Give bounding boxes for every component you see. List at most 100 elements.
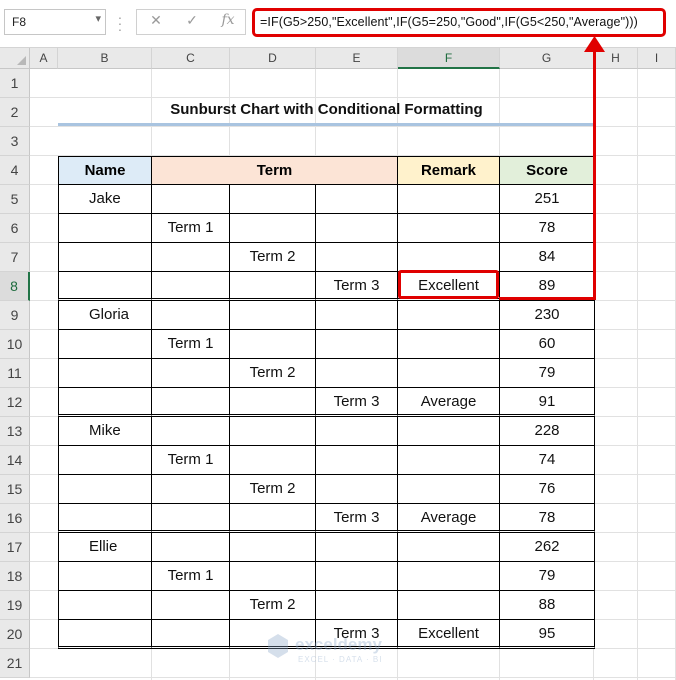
row-header-20[interactable]: 20 bbox=[0, 620, 30, 649]
header-term[interactable]: Term bbox=[152, 156, 398, 185]
table-cell-name[interactable] bbox=[58, 272, 152, 301]
column-header-b[interactable]: B bbox=[58, 48, 152, 69]
table-cell-c[interactable] bbox=[152, 388, 230, 417]
row-header-12[interactable]: 12 bbox=[0, 388, 30, 417]
row-header-11[interactable]: 11 bbox=[0, 359, 30, 388]
table-cell-remark[interactable] bbox=[398, 591, 500, 620]
column-header-e[interactable]: E bbox=[316, 48, 398, 69]
table-cell-d[interactable] bbox=[230, 388, 316, 417]
table-cell-c[interactable] bbox=[152, 359, 230, 388]
header-remark[interactable]: Remark bbox=[398, 156, 500, 185]
table-cell-remark[interactable] bbox=[398, 562, 500, 591]
table-cell-score[interactable]: 78 bbox=[500, 214, 595, 243]
table-cell-d[interactable] bbox=[230, 214, 316, 243]
table-cell-c[interactable] bbox=[152, 475, 230, 504]
table-cell-score[interactable]: 230 bbox=[500, 301, 595, 330]
table-cell-e[interactable] bbox=[316, 446, 398, 475]
table-cell-c[interactable] bbox=[152, 243, 230, 272]
table-cell-remark[interactable] bbox=[398, 330, 500, 359]
table-cell-c[interactable] bbox=[152, 417, 230, 446]
table-cell-c[interactable] bbox=[152, 272, 230, 301]
row-header-17[interactable]: 17 bbox=[0, 533, 30, 562]
row-header-13[interactable]: 13 bbox=[0, 417, 30, 446]
table-cell-e[interactable] bbox=[316, 562, 398, 591]
table-cell-c[interactable] bbox=[152, 504, 230, 533]
table-cell-e[interactable] bbox=[316, 330, 398, 359]
table-cell-d[interactable] bbox=[230, 417, 316, 446]
table-cell-name[interactable] bbox=[58, 388, 152, 417]
table-cell-remark[interactable] bbox=[398, 359, 500, 388]
table-cell-e[interactable]: Term 3 bbox=[316, 272, 398, 301]
table-cell-score[interactable]: 91 bbox=[500, 388, 595, 417]
table-cell-d[interactable] bbox=[230, 533, 316, 562]
table-cell-d[interactable]: Term 2 bbox=[230, 475, 316, 504]
table-cell-name[interactable]: Mike bbox=[58, 417, 152, 446]
table-cell-remark[interactable] bbox=[398, 533, 500, 562]
row-header-18[interactable]: 18 bbox=[0, 562, 30, 591]
table-cell-e[interactable] bbox=[316, 214, 398, 243]
table-cell-c[interactable] bbox=[152, 620, 230, 649]
cancel-icon[interactable]: ✕ bbox=[141, 12, 171, 32]
row-header-4[interactable]: 4 bbox=[0, 156, 30, 185]
table-cell-score[interactable]: 228 bbox=[500, 417, 595, 446]
row-header-9[interactable]: 9 bbox=[0, 301, 30, 330]
table-cell-score[interactable]: 79 bbox=[500, 359, 595, 388]
row-header-16[interactable]: 16 bbox=[0, 504, 30, 533]
table-cell-score[interactable]: 88 bbox=[500, 591, 595, 620]
table-cell-e[interactable] bbox=[316, 301, 398, 330]
column-header-a[interactable]: A bbox=[30, 48, 58, 69]
row-header-5[interactable]: 5 bbox=[0, 185, 30, 214]
resize-handle-icon[interactable]: · · · bbox=[115, 10, 125, 36]
table-cell-d[interactable] bbox=[230, 562, 316, 591]
row-header-6[interactable]: 6 bbox=[0, 214, 30, 243]
table-cell-remark[interactable] bbox=[398, 185, 500, 214]
table-cell-name[interactable] bbox=[58, 446, 152, 475]
table-cell-e[interactable] bbox=[316, 591, 398, 620]
table-cell-name[interactable]: Jake bbox=[58, 185, 152, 214]
table-cell-remark[interactable]: Average bbox=[398, 388, 500, 417]
header-name[interactable]: Name bbox=[58, 156, 152, 185]
table-cell-name[interactable] bbox=[58, 562, 152, 591]
header-score[interactable]: Score bbox=[500, 156, 595, 185]
table-cell-score[interactable]: 84 bbox=[500, 243, 595, 272]
table-cell-remark[interactable] bbox=[398, 475, 500, 504]
table-cell-c[interactable]: Term 1 bbox=[152, 330, 230, 359]
table-cell-score[interactable]: 78 bbox=[500, 504, 595, 533]
row-header-15[interactable]: 15 bbox=[0, 475, 30, 504]
table-cell-d[interactable]: Term 2 bbox=[230, 359, 316, 388]
table-cell-d[interactable] bbox=[230, 504, 316, 533]
table-cell-remark[interactable] bbox=[398, 243, 500, 272]
table-cell-score[interactable]: 262 bbox=[500, 533, 595, 562]
name-box[interactable]: F8 ▾ bbox=[4, 9, 106, 35]
table-cell-c[interactable]: Term 1 bbox=[152, 214, 230, 243]
table-cell-name[interactable] bbox=[58, 475, 152, 504]
chevron-down-icon[interactable]: ▾ bbox=[95, 12, 101, 25]
column-header-c[interactable]: C bbox=[152, 48, 230, 69]
column-header-g[interactable]: G bbox=[500, 48, 594, 69]
table-cell-d[interactable] bbox=[230, 272, 316, 301]
table-cell-name[interactable] bbox=[58, 243, 152, 272]
row-header-8[interactable]: 8 bbox=[0, 272, 30, 301]
table-cell-remark[interactable] bbox=[398, 417, 500, 446]
table-cell-name[interactable]: Gloria bbox=[58, 301, 152, 330]
table-cell-e[interactable]: Term 3 bbox=[316, 504, 398, 533]
formula-input[interactable]: =IF(G5>250,"Excellent",IF(G5=250,"Good",… bbox=[252, 8, 666, 37]
table-cell-score[interactable]: 251 bbox=[500, 185, 595, 214]
table-cell-e[interactable] bbox=[316, 359, 398, 388]
row-header-10[interactable]: 10 bbox=[0, 330, 30, 359]
table-cell-d[interactable] bbox=[230, 446, 316, 475]
row-header-14[interactable]: 14 bbox=[0, 446, 30, 475]
table-cell-d[interactable] bbox=[230, 185, 316, 214]
row-header-1[interactable]: 1 bbox=[0, 69, 30, 98]
table-cell-name[interactable] bbox=[58, 359, 152, 388]
table-cell-e[interactable] bbox=[316, 185, 398, 214]
table-cell-score[interactable]: 60 bbox=[500, 330, 595, 359]
table-cell-remark[interactable] bbox=[398, 301, 500, 330]
table-cell-name[interactable] bbox=[58, 620, 152, 649]
table-cell-remark[interactable] bbox=[398, 214, 500, 243]
row-header-3[interactable]: 3 bbox=[0, 127, 30, 156]
table-cell-name[interactable]: Ellie bbox=[58, 533, 152, 562]
table-cell-remark[interactable]: Average bbox=[398, 504, 500, 533]
table-cell-name[interactable] bbox=[58, 504, 152, 533]
table-cell-score[interactable]: 76 bbox=[500, 475, 595, 504]
